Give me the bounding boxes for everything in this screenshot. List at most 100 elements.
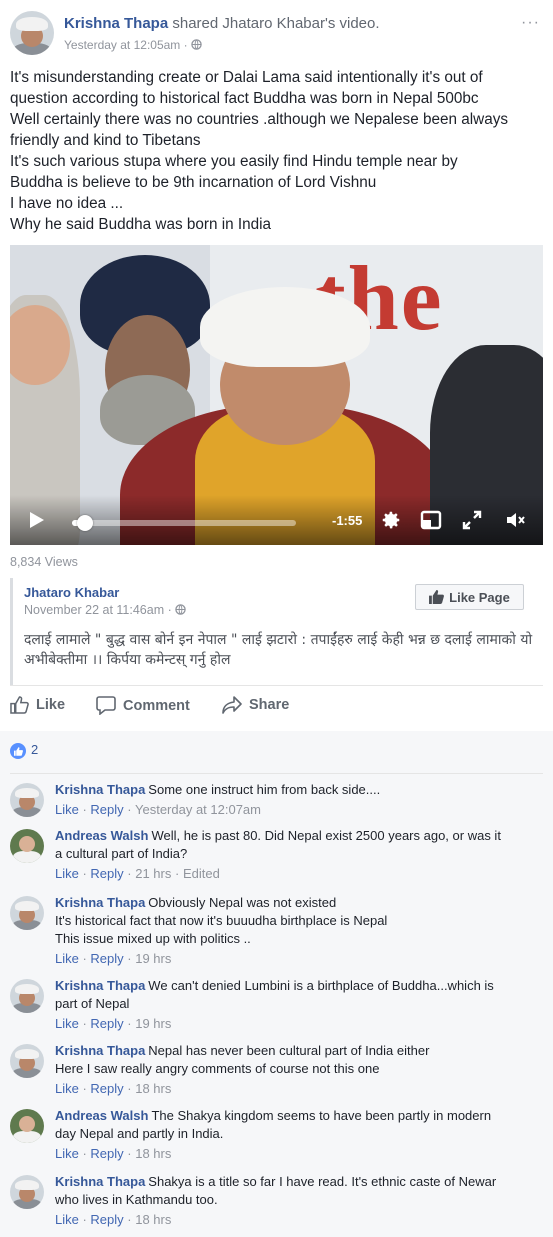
comment-meta: Like · Reply · 21 hrs · Edited: [55, 865, 525, 883]
like-reaction-icon[interactable]: [10, 743, 26, 759]
post-message: It's misunderstanding create or Dalai La…: [10, 67, 543, 235]
comment-like-link[interactable]: Like: [55, 1081, 79, 1096]
comment-like-link[interactable]: Like: [55, 1016, 79, 1031]
separator-dot: ·: [78, 1016, 91, 1031]
comment-reply-link[interactable]: Reply: [90, 1212, 123, 1227]
shared-text-line: अभीबेक्तीमा ।। किर्पया कमेन्टस् गर्नु हो…: [24, 652, 231, 668]
comment-button[interactable]: Comment: [96, 696, 190, 715]
shared-page-time[interactable]: November 22 at 11:46am ·: [24, 603, 186, 617]
comment-like-link[interactable]: Like: [55, 866, 79, 881]
commenter-name-link[interactable]: Andreas Walsh: [55, 1108, 148, 1123]
settings-gear-icon[interactable]: [380, 509, 402, 535]
commenter-avatar[interactable]: [10, 783, 44, 817]
video-progress-bar[interactable]: [72, 515, 296, 531]
comment-meta: Like · Reply · 18 hrs: [55, 1211, 525, 1229]
shared-page-time-text[interactable]: November 22 at 11:46am ·: [24, 603, 175, 617]
post-text-line: friendly and kind to Tibetans: [10, 132, 201, 149]
fullscreen-icon[interactable]: [461, 509, 483, 535]
divider: [10, 773, 543, 774]
post-text-line: Buddha is believe to be 9th incarnation …: [10, 174, 377, 191]
separator-dot: ·: [123, 1212, 136, 1227]
like-button[interactable]: Like: [10, 696, 65, 714]
commenter-avatar[interactable]: [10, 896, 44, 930]
commenter-name-link[interactable]: Andreas Walsh: [55, 828, 148, 843]
reaction-count[interactable]: 2: [31, 742, 38, 757]
comment-time[interactable]: 19 hrs: [135, 951, 171, 966]
comment-meta: Like · Reply · 18 hrs: [55, 1080, 525, 1098]
comment-text-line: Here I saw really angry comments of cour…: [55, 1061, 380, 1076]
post-text-line: I have no idea ...: [10, 195, 124, 212]
comment-text-line: The Shakya kingdom seems to have been pa…: [151, 1108, 492, 1123]
like-label: Like: [36, 697, 66, 713]
commenter-name-link[interactable]: Krishna Thapa: [55, 1174, 145, 1189]
comment-edited-label[interactable]: Edited: [183, 866, 220, 881]
share-arrow-icon: [222, 696, 242, 714]
comment-body: Andreas Walsh The Shakya kingdom seems to…: [55, 1107, 525, 1163]
comment-text-line: Shakya is a title so far I have read. It…: [148, 1174, 497, 1189]
comment-text: Andreas Walsh Well, he is past 80. Did Ne…: [55, 827, 525, 863]
comment-like-link[interactable]: Like: [55, 1146, 79, 1161]
comment-reply-link[interactable]: Reply: [90, 1081, 123, 1096]
commenter-avatar[interactable]: [10, 1109, 44, 1143]
comment-time[interactable]: 19 hrs: [135, 1016, 171, 1031]
author-name-link[interactable]: Krishna Thapa: [64, 15, 168, 32]
comment-time[interactable]: 18 hrs: [135, 1081, 171, 1096]
share-label: Share: [249, 697, 290, 713]
post-header-line: Krishna Thapa shared Jhataro Khabar's vi…: [64, 15, 380, 32]
commenter-avatar[interactable]: [10, 829, 44, 863]
commenter-name-link[interactable]: Krishna Thapa: [55, 1043, 145, 1058]
post-text-line: It's misunderstanding create or Dalai La…: [10, 69, 483, 86]
comment-like-link[interactable]: Like: [55, 1212, 79, 1227]
comment-time[interactable]: 18 hrs: [135, 1212, 171, 1227]
comment-text-line: Well, he is past 80. Did Nepal exist 250…: [151, 828, 501, 843]
commenter-name-link[interactable]: Krishna Thapa: [55, 978, 145, 993]
commenter-avatar[interactable]: [10, 1175, 44, 1209]
comment-text-line: day Nepal and partly in India.: [55, 1126, 224, 1141]
share-button[interactable]: Share: [222, 696, 289, 714]
comment-label: Comment: [123, 697, 190, 714]
comment-text-line: part of Nepal: [55, 996, 130, 1011]
comment-reply-link[interactable]: Reply: [90, 1016, 123, 1031]
comment-text-line: Some one instruct him from back side....: [148, 782, 381, 797]
video-player[interactable]: the -1:55: [10, 245, 543, 545]
shared-page-name[interactable]: Jhataro Khabar: [24, 585, 119, 600]
separator-dot: ·: [78, 866, 91, 881]
comment-body: Krishna Thapa Nepal has never been cultur…: [55, 1042, 525, 1098]
thumbs-up-icon: [429, 590, 445, 604]
commenter-name-link[interactable]: Krishna Thapa: [55, 782, 145, 797]
comment-reply-link[interactable]: Reply: [90, 802, 123, 817]
commenter-avatar[interactable]: [10, 1044, 44, 1078]
comment-reply-link[interactable]: Reply: [90, 866, 123, 881]
play-icon[interactable]: [30, 512, 44, 528]
commenter-name-link[interactable]: Krishna Thapa: [55, 895, 145, 910]
comment-reply-link[interactable]: Reply: [90, 951, 123, 966]
comment-bubble-icon: [96, 696, 116, 715]
author-avatar[interactable]: [10, 11, 54, 55]
thumbs-up-outline-icon: [10, 696, 29, 714]
comment-time[interactable]: Yesterday at 12:07am: [135, 802, 261, 817]
video-controls: -1:55: [10, 495, 543, 545]
comment-like-link[interactable]: Like: [55, 802, 79, 817]
post-time[interactable]: Yesterday at 12:05am ·: [64, 38, 191, 52]
separator-dot: ·: [123, 1081, 136, 1096]
post-timestamp[interactable]: Yesterday at 12:05am ·: [64, 38, 202, 52]
commenter-avatar[interactable]: [10, 979, 44, 1013]
post-menu-icon[interactable]: ···: [521, 14, 540, 32]
picture-in-picture-icon[interactable]: [420, 509, 442, 535]
mute-icon[interactable]: [504, 509, 526, 535]
comment-text: Krishna Thapa Obviously Nepal was not exi…: [55, 894, 525, 948]
separator-dot: ·: [78, 802, 91, 817]
comment-body: Krishna Thapa Obviously Nepal was not exi…: [55, 894, 525, 968]
video-views: 8,834 Views: [10, 555, 78, 569]
video-time-remaining: -1:55: [332, 513, 363, 528]
comment-reply-link[interactable]: Reply: [90, 1146, 123, 1161]
comment-time[interactable]: 21 hrs: [135, 866, 171, 881]
comment-meta: Like · Reply · Yesterday at 12:07am: [55, 801, 525, 819]
comment-text: Krishna Thapa Nepal has never been cultur…: [55, 1042, 525, 1078]
like-page-button[interactable]: Like Page: [415, 584, 524, 610]
video-progress-handle[interactable]: [77, 515, 94, 531]
comment-time[interactable]: 18 hrs: [135, 1146, 171, 1161]
comment-like-link[interactable]: Like: [55, 951, 79, 966]
post-text-line: Why he said Buddha was born in India: [10, 216, 272, 233]
comment-meta: Like · Reply · 19 hrs: [55, 950, 525, 968]
